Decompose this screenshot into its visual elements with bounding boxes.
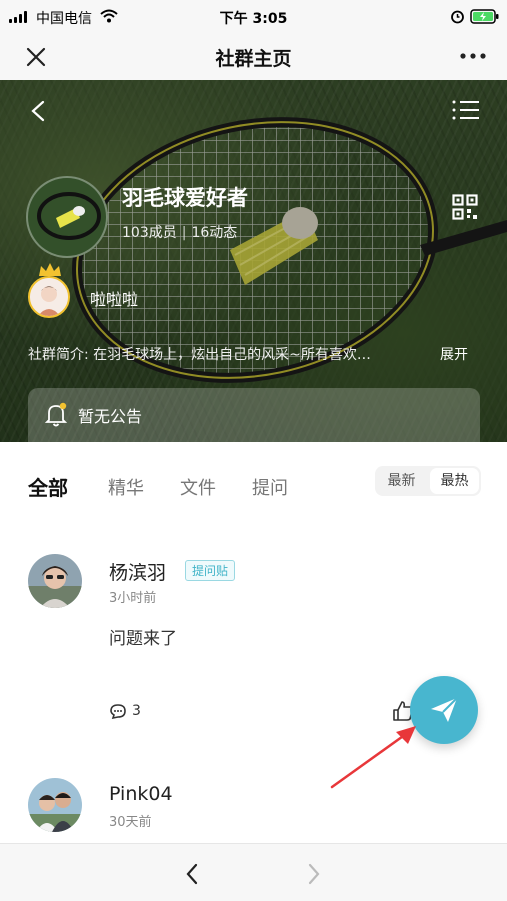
status-bar: 中国电信 下午 3:05: [0, 0, 507, 34]
list-icon[interactable]: [452, 100, 480, 120]
battery-icon: [470, 9, 499, 24]
tab-all[interactable]: 全部: [28, 472, 68, 501]
clock: 下午 3:05: [219, 11, 288, 27]
tab-files[interactable]: 文件: [180, 474, 216, 500]
tab-featured[interactable]: 精华: [108, 474, 144, 500]
post-count[interactable]: 16动态: [191, 225, 237, 241]
chevron-left-icon[interactable]: [184, 862, 200, 886]
post-time: 3小时前: [109, 591, 157, 606]
owner-avatar[interactable]: [28, 276, 70, 318]
post-author-avatar[interactable]: [28, 778, 82, 832]
post-content[interactable]: 问题来了: [109, 624, 177, 649]
chevron-right-icon[interactable]: [306, 862, 322, 886]
page-title: 社群主页: [215, 48, 292, 70]
nav-bar: 社群主页: [0, 34, 507, 80]
post-time: 30天前: [109, 815, 152, 830]
owner-name[interactable]: 啦啦啦: [90, 286, 138, 310]
announcement-text: 暂无公告: [78, 407, 143, 426]
comment-count[interactable]: 3: [132, 703, 141, 719]
more-icon[interactable]: [460, 52, 486, 60]
post-author-name[interactable]: Pink04: [109, 783, 173, 805]
send-icon: [431, 697, 458, 722]
group-name: 羽毛球爱好者: [122, 186, 248, 210]
group-intro: 社群简介: 在羽毛球场上，炫出自己的风采~所有喜欢…: [28, 347, 371, 363]
post-author-avatar[interactable]: [28, 554, 82, 608]
bell-icon: [44, 402, 68, 427]
sort-newest[interactable]: 最新: [375, 466, 428, 496]
sort-hottest[interactable]: 最热: [430, 468, 479, 494]
expand-intro-link[interactable]: 展开: [440, 344, 468, 364]
feed-tabs: 全部 精华 文件 提问 最新 最热: [0, 442, 507, 532]
browser-bottom-bar: [0, 843, 507, 901]
member-count[interactable]: 103成员: [122, 225, 177, 241]
comment-icon[interactable]: [109, 702, 127, 720]
post-author-name[interactable]: 杨滨羽: [109, 558, 166, 585]
question-badge: 提问贴: [185, 560, 236, 581]
announcement-bar[interactable]: 暂无公告: [28, 388, 480, 442]
alarm-icon: [451, 10, 464, 24]
tab-questions[interactable]: 提问: [252, 474, 288, 500]
sort-toggle: 最新 最热: [375, 466, 481, 496]
stats-separator: |: [181, 225, 187, 241]
group-avatar: [26, 176, 108, 258]
pointer-arrow-annotation: [330, 726, 416, 789]
group-stats: 103成员 | 16动态: [122, 222, 237, 242]
qrcode-icon[interactable]: [452, 194, 478, 220]
back-icon[interactable]: [30, 100, 46, 122]
group-header: 羽毛球爱好者 103成员 | 16动态 啦啦啦 社群简介: 在羽毛球场上，炫出自己的…: [0, 80, 507, 442]
